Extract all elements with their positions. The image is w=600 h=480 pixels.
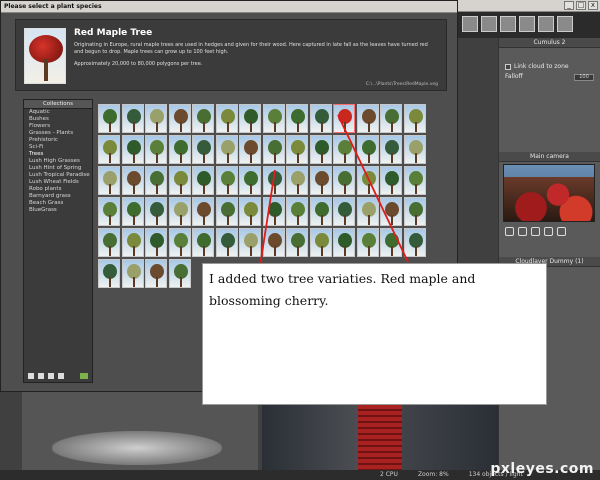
screenshot-stage: _ □ x Cumulus 2 Link cloud to zone Fallo…: [0, 0, 600, 480]
annotation-lines: [249, 114, 409, 331]
pointer-line-maple: [337, 114, 409, 263]
caption-box: I added two tree variaties. Red maple an…: [202, 263, 547, 405]
caption-text: I added two tree variaties. Red maple an…: [209, 271, 476, 308]
watermark-logo: pxleyes.com: [490, 461, 594, 477]
